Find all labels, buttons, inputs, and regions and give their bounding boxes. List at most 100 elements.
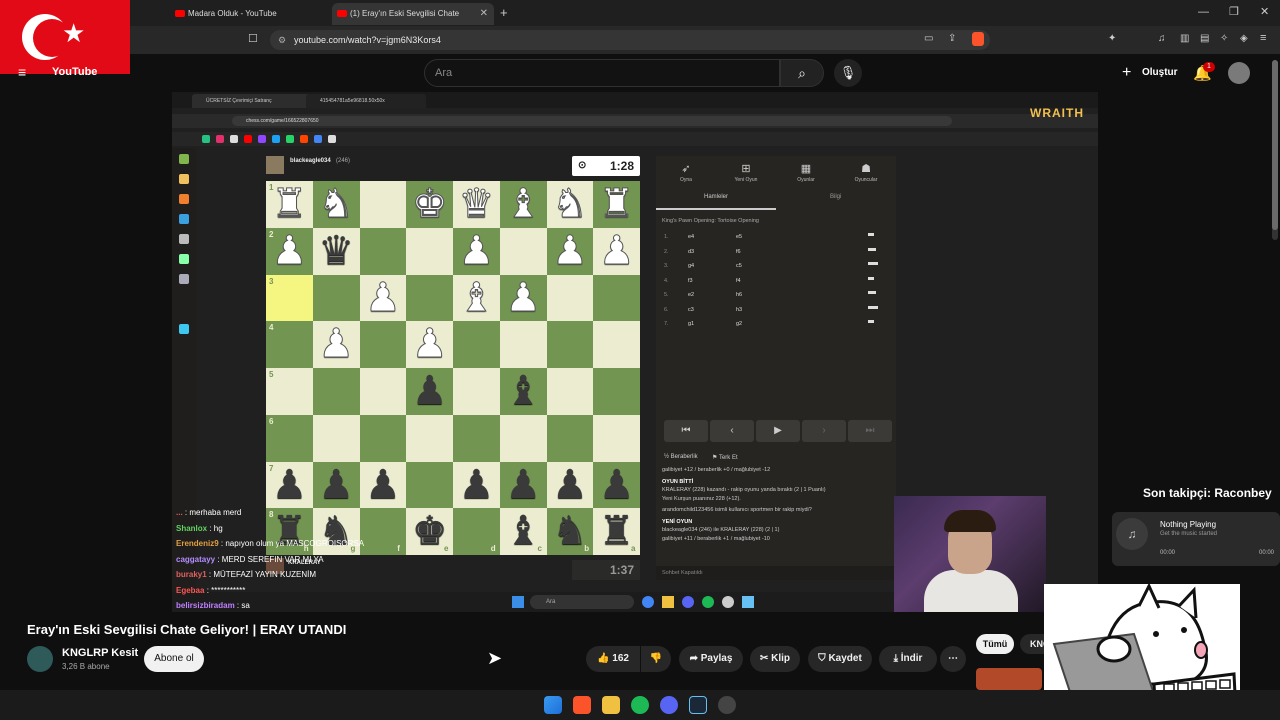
leo-ai-icon[interactable]: ✧ [1220, 33, 1228, 44]
board-square[interactable] [546, 321, 594, 368]
page-scrollbar[interactable] [1272, 60, 1278, 240]
black-pawn-icon[interactable]: ♟ [313, 462, 360, 509]
white-pawn-icon[interactable]: ♟ [453, 227, 500, 275]
create-plus-icon[interactable]: + [1122, 64, 1131, 82]
board-square[interactable] [453, 414, 500, 462]
board-square[interactable] [546, 274, 594, 322]
menu-icon[interactable]: ≡ [1260, 32, 1266, 44]
share-page-icon[interactable]: ⇪ [948, 33, 956, 44]
board-square[interactable] [312, 274, 360, 322]
brave-shield-icon[interactable] [972, 32, 984, 46]
white-pawn-icon[interactable]: ♟ [313, 321, 360, 368]
black-pawn-icon[interactable]: ♟ [406, 368, 453, 415]
board-square[interactable] [312, 368, 360, 415]
white-knight-icon[interactable]: ♞ [547, 181, 594, 228]
board-square[interactable] [406, 414, 453, 462]
white-rook-icon[interactable]: ♜ [593, 181, 640, 228]
white-bishop-icon[interactable]: ♝ [453, 274, 500, 322]
wallet-icon[interactable]: ▤ [1200, 33, 1209, 44]
black-pawn-icon[interactable]: ♟ [360, 462, 407, 509]
board-square[interactable] [499, 414, 547, 462]
subscribe-button[interactable]: Abone ol [144, 646, 204, 672]
white-pawn-icon[interactable]: ♟ [500, 274, 547, 322]
new-tab-icon[interactable]: + [500, 5, 508, 20]
board-square[interactable] [593, 368, 640, 415]
search-input[interactable]: Ara [424, 59, 780, 87]
white-pawn-icon[interactable]: ♟ [360, 274, 407, 322]
dislike-button[interactable]: 👎 [641, 646, 671, 672]
board-square[interactable] [312, 414, 360, 462]
music-icon[interactable]: ♫ [1158, 33, 1166, 44]
scrollbar-thumb[interactable] [1272, 60, 1278, 230]
clip-button[interactable]: ✂ Klip [750, 646, 800, 672]
close-tab-icon[interactable]: ✕ [480, 3, 488, 25]
save-button[interactable]: ⛉ Kaydet [808, 646, 872, 672]
channel-name[interactable]: KNGLRP Kesit [62, 647, 138, 659]
bookmark-icon[interactable]: ☐ [248, 32, 258, 45]
youtube-logo[interactable]: YouTube [52, 66, 97, 78]
board-square[interactable] [499, 227, 547, 275]
brave-icon[interactable] [573, 696, 591, 714]
minimize-icon[interactable]: — [1198, 6, 1209, 18]
board-square[interactable] [406, 274, 453, 322]
video-player[interactable]: ÜCRETSİZ Çevrimiçi Satranç 415454781a5e9… [172, 92, 1098, 612]
download-button[interactable]: ⤓ İndir [879, 646, 937, 672]
file-explorer-icon[interactable] [602, 696, 620, 714]
white-knight-icon[interactable]: ♞ [313, 181, 360, 228]
tab-madara[interactable]: Madara Olduk - YouTube [170, 3, 330, 25]
recommended-thumbnail[interactable] [976, 668, 1042, 690]
avatar[interactable] [1228, 62, 1250, 84]
board-square[interactable] [359, 414, 407, 462]
black-pawn-icon[interactable]: ♟ [593, 462, 640, 509]
discord-icon[interactable] [660, 696, 678, 714]
chip-all[interactable]: Tümü [976, 634, 1014, 654]
search-button[interactable]: ⌕ [780, 59, 824, 87]
board-square[interactable] [499, 321, 547, 368]
white-pawn-icon[interactable]: ♟ [593, 227, 640, 275]
black-pawn-icon[interactable]: ♟ [547, 462, 594, 509]
black-pawn-icon[interactable]: ♟ [453, 462, 500, 509]
board-square[interactable] [546, 368, 594, 415]
white-king-icon[interactable]: ♚ [406, 181, 453, 228]
extensions-icon[interactable]: ✦ [1108, 33, 1116, 44]
black-bishop-icon[interactable]: ♝ [500, 368, 547, 415]
channel-avatar[interactable] [27, 646, 53, 672]
tab-eray-active[interactable]: (1) Eray'ın Eski Sevgilisi Chate ✕ [332, 3, 494, 25]
windows-start-icon[interactable] [544, 696, 562, 714]
board-square[interactable] [359, 368, 407, 415]
more-actions-button[interactable]: ⋯ [940, 646, 966, 672]
white-bishop-icon[interactable]: ♝ [500, 181, 547, 228]
sidebar-icon[interactable]: ▥ [1180, 33, 1189, 44]
steam-icon[interactable] [689, 696, 707, 714]
share-button[interactable]: ➦ Paylaş [679, 646, 743, 672]
cast-icon[interactable]: ▭ [924, 33, 933, 44]
board-square[interactable] [359, 181, 407, 228]
window-close-icon[interactable]: ✕ [1260, 5, 1269, 18]
board-square[interactable] [546, 414, 594, 462]
spotify-icon[interactable] [631, 696, 649, 714]
obs-icon[interactable] [718, 696, 736, 714]
voice-search-button[interactable]: 🎙 [834, 59, 862, 87]
board-square[interactable] [453, 368, 500, 415]
maximize-icon[interactable]: ❐ [1229, 5, 1239, 18]
vpn-icon[interactable]: ◈ [1240, 33, 1248, 44]
white-pawn-icon[interactable]: ♟ [547, 227, 594, 275]
create-button[interactable]: Oluştur [1142, 67, 1178, 78]
board-square[interactable] [593, 274, 640, 322]
board-square[interactable] [359, 227, 407, 275]
white-pawn-icon[interactable]: ♟ [406, 321, 453, 368]
white-queen-icon[interactable]: ♛ [453, 181, 500, 228]
like-button[interactable]: 👍 162 [586, 646, 640, 672]
url-field[interactable]: ⚙ youtube.com/watch?v=jgm6N3Kors4 [270, 30, 990, 50]
board-square[interactable] [359, 321, 407, 368]
board-square[interactable] [406, 461, 453, 509]
chess-board[interactable]: ♜ ♞ ♚ ♛ ♝ ♞ ♜ 1 ♟ ♛ ♟ ♟ ♟ 2 ♟ ♝ ♟ 3 ♟ ♟ 4 ♟ ♝ 5 6 ♟ ♟ ♟ ♟ ♟ ♟ ♟ 7 ♜ ♞ ♚ ♝ ♞ ♜ 8… [266, 181, 640, 555]
hamburger-menu-icon[interactable]: ≡ [18, 64, 26, 80]
site-info-icon[interactable]: ⚙ [278, 30, 286, 50]
board-square[interactable] [406, 227, 453, 275]
black-pawn-icon[interactable]: ♟ [500, 462, 547, 509]
board-square[interactable] [593, 321, 640, 368]
board-square[interactable] [593, 414, 640, 462]
black-queen-icon[interactable]: ♛ [313, 228, 360, 275]
board-square[interactable] [453, 321, 500, 368]
